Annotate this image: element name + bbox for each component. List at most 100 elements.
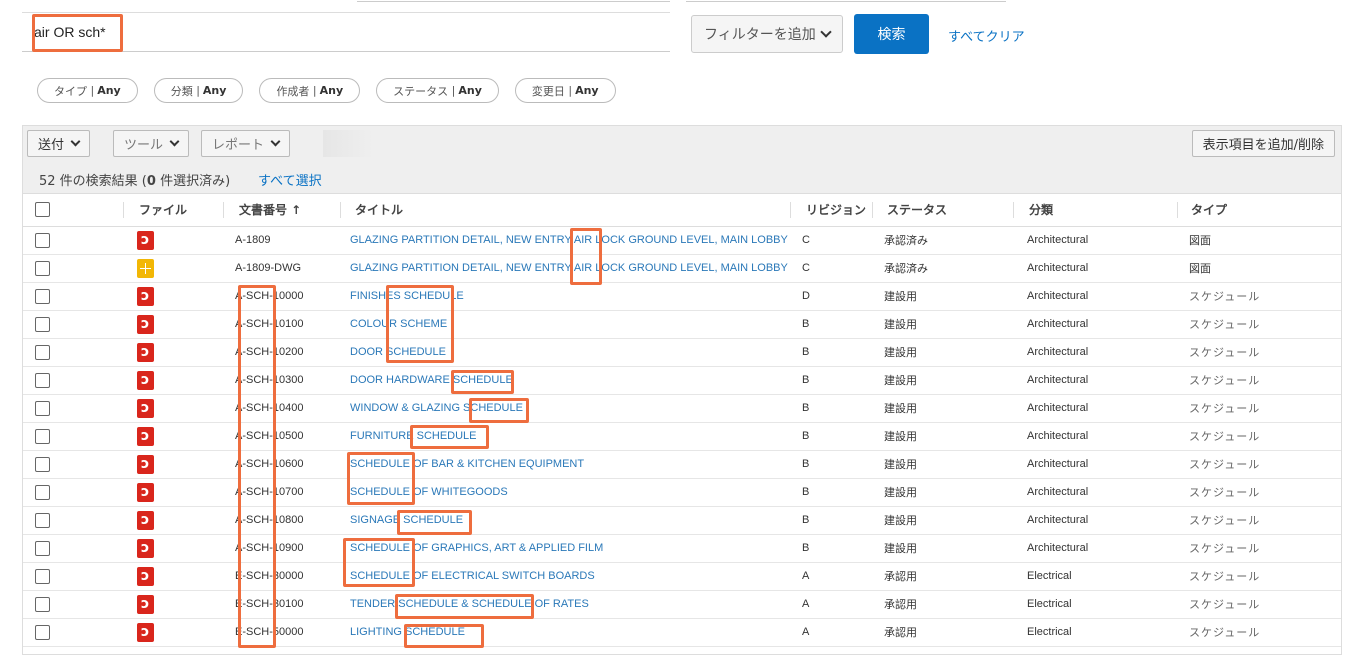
doc-title-link[interactable]: GLAZING PARTITION DETAIL, NEW ENTRY AIR … bbox=[340, 226, 790, 255]
row-checkbox-cell[interactable] bbox=[23, 282, 123, 311]
column-header-file[interactable]: ファイル bbox=[123, 194, 223, 227]
pdf-file-icon[interactable] bbox=[137, 314, 154, 334]
search-box[interactable] bbox=[22, 12, 670, 52]
row-checkbox-cell[interactable] bbox=[23, 506, 123, 535]
file-cell[interactable] bbox=[123, 562, 223, 591]
search-input[interactable] bbox=[34, 21, 234, 43]
column-header-doc-number[interactable]: 文書番号 ↑ bbox=[223, 194, 340, 227]
clear-all-link[interactable]: すべてクリア bbox=[948, 26, 1025, 45]
row-checkbox[interactable] bbox=[35, 540, 50, 556]
pdf-file-icon[interactable] bbox=[137, 454, 154, 474]
file-cell[interactable] bbox=[123, 394, 223, 423]
doc-title-link[interactable]: SIGNAGE SCHEDULE bbox=[340, 506, 790, 535]
row-checkbox[interactable] bbox=[35, 596, 50, 612]
row-checkbox-cell[interactable] bbox=[23, 338, 123, 367]
row-checkbox[interactable] bbox=[35, 568, 50, 584]
table-row[interactable]: A-SCH-10000FINISHES SCHEDULED建設用Architec… bbox=[23, 282, 1341, 311]
file-cell[interactable] bbox=[123, 422, 223, 451]
pdf-file-icon[interactable] bbox=[137, 510, 154, 530]
file-cell[interactable] bbox=[123, 310, 223, 339]
row-checkbox[interactable] bbox=[35, 344, 50, 360]
file-cell[interactable] bbox=[123, 618, 223, 647]
send-menu-button[interactable]: 送付 bbox=[27, 130, 91, 157]
doc-title-link[interactable]: LIGHTING SCHEDULE bbox=[340, 618, 790, 647]
row-checkbox[interactable] bbox=[35, 372, 50, 388]
row-checkbox-cell[interactable] bbox=[23, 310, 123, 339]
row-checkbox-cell[interactable] bbox=[23, 422, 123, 451]
file-cell[interactable] bbox=[123, 282, 223, 311]
doc-title-link[interactable]: COLOUR SCHEME bbox=[340, 310, 790, 339]
column-header-title[interactable]: タイトル bbox=[340, 194, 790, 227]
select-all-checkbox[interactable] bbox=[35, 202, 50, 218]
filter-chip-discipline[interactable]: 分類 | Any bbox=[153, 78, 244, 103]
row-checkbox[interactable] bbox=[35, 260, 50, 276]
pdf-file-icon[interactable] bbox=[137, 622, 154, 642]
doc-title-link[interactable]: FINISHES SCHEDULE bbox=[340, 282, 790, 311]
table-row[interactable]: A-SCH-10600SCHEDULE OF BAR & KITCHEN EQU… bbox=[23, 450, 1341, 479]
file-cell[interactable] bbox=[123, 450, 223, 479]
row-checkbox-cell[interactable] bbox=[23, 254, 123, 283]
column-header-status[interactable]: ステータス bbox=[872, 194, 1013, 227]
table-row[interactable]: A-SCH-10200DOOR SCHEDULEB建設用Architectura… bbox=[23, 338, 1341, 367]
doc-title-link[interactable]: TENDER SCHEDULE & SCHEDULE OF RATES bbox=[340, 590, 790, 619]
doc-title-link[interactable]: DOOR HARDWARE SCHEDULE bbox=[340, 366, 790, 395]
report-menu-button[interactable]: レポート bbox=[201, 130, 291, 157]
row-checkbox-cell[interactable] bbox=[23, 534, 123, 563]
doc-title-link[interactable]: FURNITURE SCHEDULE bbox=[340, 422, 790, 451]
filter-chip-type[interactable]: タイプ | Any bbox=[37, 78, 138, 103]
row-checkbox-cell[interactable] bbox=[23, 366, 123, 395]
tools-menu-button[interactable]: ツール bbox=[113, 130, 190, 157]
row-checkbox[interactable] bbox=[35, 624, 50, 640]
row-checkbox[interactable] bbox=[35, 428, 50, 444]
table-row[interactable]: E-SCH-50000LIGHTING SCHEDULEA承認用Electric… bbox=[23, 618, 1341, 647]
row-checkbox[interactable] bbox=[35, 400, 50, 416]
file-cell[interactable] bbox=[123, 254, 223, 283]
doc-title-link[interactable]: WINDOW & GLAZING SCHEDULE bbox=[340, 394, 790, 423]
file-cell[interactable] bbox=[123, 478, 223, 507]
pdf-file-icon[interactable] bbox=[137, 398, 154, 418]
row-checkbox[interactable] bbox=[35, 512, 50, 528]
column-header-revision[interactable]: リビジョン bbox=[790, 194, 872, 227]
row-checkbox[interactable] bbox=[35, 232, 50, 248]
file-cell[interactable] bbox=[123, 226, 223, 255]
search-button[interactable]: 検索 bbox=[854, 14, 929, 54]
table-row[interactable]: A-SCH-10900SCHEDULE OF GRAPHICS, ART & A… bbox=[23, 534, 1341, 563]
table-row[interactable]: A-SCH-10400WINDOW & GLAZING SCHEDULEB建設用… bbox=[23, 394, 1341, 423]
row-checkbox-cell[interactable] bbox=[23, 478, 123, 507]
file-cell[interactable] bbox=[123, 366, 223, 395]
table-row[interactable]: E-SCH-30100TENDER SCHEDULE & SCHEDULE OF… bbox=[23, 590, 1341, 619]
pdf-file-icon[interactable] bbox=[137, 426, 154, 446]
filter-chip-status[interactable]: ステータス | Any bbox=[376, 78, 499, 103]
row-checkbox[interactable] bbox=[35, 288, 50, 304]
row-checkbox-cell[interactable] bbox=[23, 450, 123, 479]
doc-title-link[interactable]: SCHEDULE OF BAR & KITCHEN EQUIPMENT bbox=[340, 450, 790, 479]
column-header-discipline[interactable]: 分類 bbox=[1013, 194, 1177, 227]
doc-title-link[interactable]: SCHEDULE OF WHITEGOODS bbox=[340, 478, 790, 507]
row-checkbox-cell[interactable] bbox=[23, 590, 123, 619]
pdf-file-icon[interactable] bbox=[137, 566, 154, 586]
table-row[interactable]: E-SCH-30000SCHEDULE OF ELECTRICAL SWITCH… bbox=[23, 562, 1341, 591]
doc-title-link[interactable]: SCHEDULE OF GRAPHICS, ART & APPLIED FILM bbox=[340, 534, 790, 563]
column-header-type[interactable]: タイプ bbox=[1177, 194, 1341, 227]
doc-title-link[interactable]: GLAZING PARTITION DETAIL, NEW ENTRY AIR … bbox=[340, 254, 790, 283]
pdf-file-icon[interactable] bbox=[137, 482, 154, 502]
row-checkbox[interactable] bbox=[35, 456, 50, 472]
doc-title-link[interactable]: SCHEDULE OF ELECTRICAL SWITCH BOARDS bbox=[340, 562, 790, 591]
row-checkbox-cell[interactable] bbox=[23, 562, 123, 591]
table-row[interactable]: A-SCH-10800SIGNAGE SCHEDULEB建設用Architect… bbox=[23, 506, 1341, 535]
dwg-file-icon[interactable] bbox=[137, 258, 154, 278]
table-row[interactable]: A-SCH-10100COLOUR SCHEMEB建設用Architectura… bbox=[23, 310, 1341, 339]
table-row[interactable]: A-SCH-10300DOOR HARDWARE SCHEDULEB建設用Arc… bbox=[23, 366, 1341, 395]
add-filter-dropdown[interactable]: フィルターを追加 bbox=[691, 15, 843, 53]
pdf-file-icon[interactable] bbox=[137, 286, 154, 306]
select-all-link[interactable]: すべて選択 bbox=[258, 170, 322, 189]
row-checkbox-cell[interactable] bbox=[23, 226, 123, 255]
row-checkbox-cell[interactable] bbox=[23, 394, 123, 423]
file-cell[interactable] bbox=[123, 534, 223, 563]
pdf-file-icon[interactable] bbox=[137, 370, 154, 390]
pdf-file-icon[interactable] bbox=[137, 538, 154, 558]
add-remove-columns-button[interactable]: 表示項目を追加/削除 bbox=[1191, 130, 1335, 157]
filter-chip-modified[interactable]: 変更日 | Any bbox=[514, 78, 616, 103]
pdf-file-icon[interactable] bbox=[137, 342, 154, 362]
pdf-file-icon[interactable] bbox=[137, 594, 154, 614]
